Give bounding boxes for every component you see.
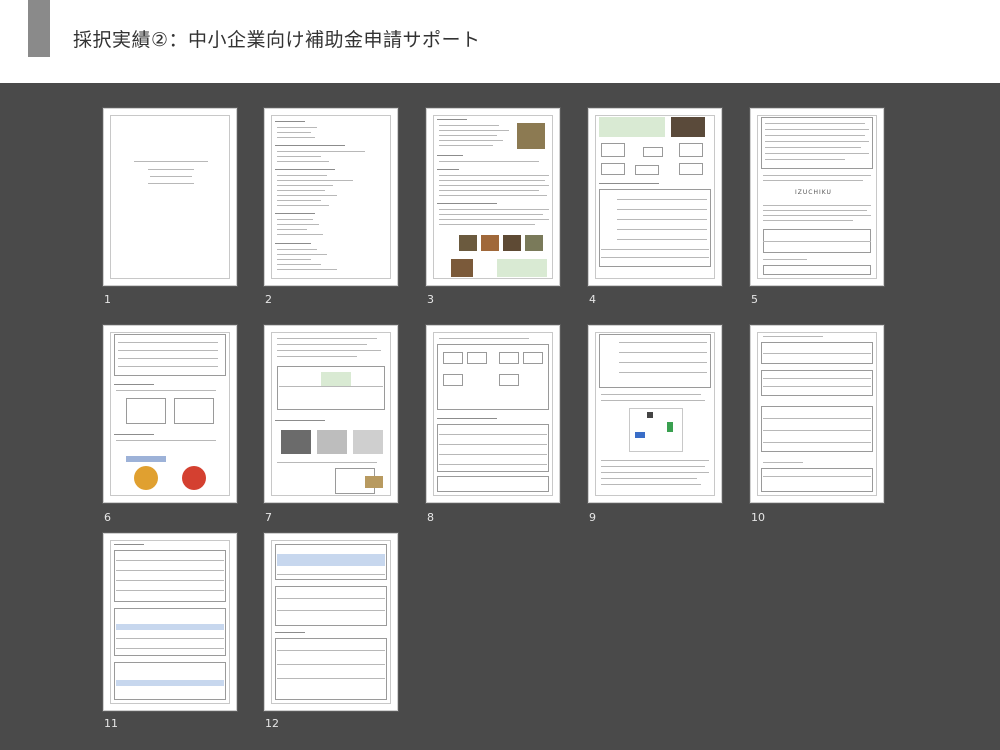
product-photo: [459, 235, 477, 251]
page-number-label: 5: [751, 293, 758, 306]
product-photo: [481, 235, 499, 251]
product-photo: [451, 259, 473, 277]
page-number-label: 1: [104, 293, 111, 306]
product-photo: [353, 430, 383, 454]
product-photo: [365, 476, 383, 488]
page-number-label: 2: [265, 293, 272, 306]
page-number-label: 9: [589, 511, 596, 524]
page-thumbnail-4[interactable]: [588, 108, 722, 286]
product-photo: [525, 235, 543, 251]
highlight-box: [599, 117, 665, 137]
page-thumbnail-3[interactable]: [426, 108, 560, 286]
page-number-label: 3: [427, 293, 434, 306]
matrix-diagram: [629, 408, 683, 452]
logo-text: IZUCHIKU: [795, 189, 832, 196]
highlight-box: [497, 259, 547, 277]
page-thumbnail-12[interactable]: [264, 533, 398, 711]
product-photo: [281, 430, 311, 454]
page-number-label: 10: [751, 511, 765, 524]
page-number-label: 11: [104, 717, 118, 730]
pie-chart: [134, 466, 158, 490]
page-number-label: 8: [427, 511, 434, 524]
product-photo: [503, 235, 521, 251]
header-bar: 採択実績②：中小企業向け補助金申請サポート: [0, 0, 1000, 83]
page-number-label: 4: [589, 293, 596, 306]
accent-bar: [28, 0, 50, 57]
page-thumbnail-2[interactable]: [264, 108, 398, 286]
page-thumbnail-8[interactable]: [426, 325, 560, 503]
product-photo: [317, 430, 347, 454]
page-border: [110, 115, 230, 279]
page-thumbnail-7[interactable]: [264, 325, 398, 503]
page-number-label: 7: [265, 511, 272, 524]
page-number-label: 6: [104, 511, 111, 524]
page-thumbnail-10[interactable]: [750, 325, 884, 503]
page-thumbnail-11[interactable]: [103, 533, 237, 711]
product-photo: [671, 117, 705, 137]
page-title: 採択実績②：中小企業向け補助金申請サポート: [73, 29, 481, 51]
page-thumbnail-5[interactable]: IZUCHIKU: [750, 108, 884, 286]
page-number-label: 12: [265, 717, 279, 730]
pie-chart: [182, 466, 206, 490]
page-thumbnail-9[interactable]: [588, 325, 722, 503]
page-thumbnail-6[interactable]: [103, 325, 237, 503]
page-thumbnail-1[interactable]: [103, 108, 237, 286]
product-photo: [517, 123, 545, 149]
